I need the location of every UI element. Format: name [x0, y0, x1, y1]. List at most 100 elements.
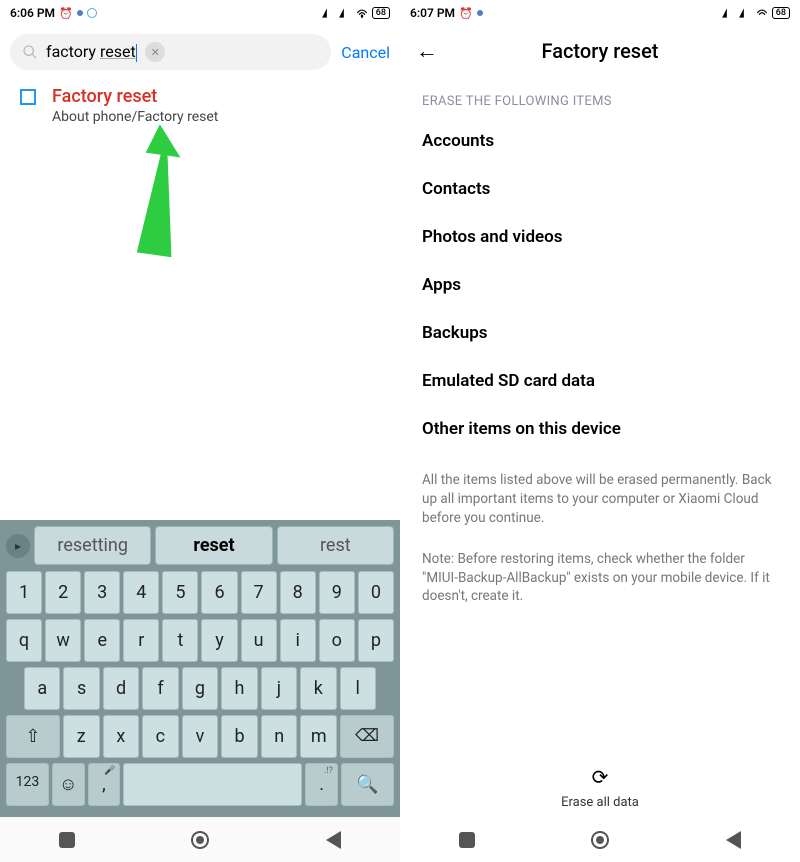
alarm-icon [459, 6, 473, 20]
list-item: Contacts [422, 165, 778, 213]
search-row: factory reset ✕ Cancel [0, 26, 400, 84]
keyboard: ▸ resetting reset rest 1 2 3 4 5 6 7 8 9… [0, 520, 400, 817]
key-m[interactable]: m [300, 715, 337, 758]
list-item: Apps [422, 261, 778, 309]
key-6[interactable]: 6 [201, 571, 237, 614]
key-r[interactable]: r [123, 619, 159, 662]
backspace-key[interactable]: ⌫ [340, 715, 394, 758]
nav-recent[interactable] [456, 829, 478, 851]
nav-recent[interactable] [56, 829, 78, 851]
search-input[interactable]: factory reset [46, 42, 137, 62]
phone-icon [20, 89, 36, 105]
key-u[interactable]: u [241, 619, 277, 662]
key-1[interactable]: 1 [6, 571, 42, 614]
signal-icon [321, 6, 335, 20]
suggestion-toggle[interactable]: ▸ [6, 534, 30, 558]
key-o[interactable]: o [319, 619, 355, 662]
search-box[interactable]: factory reset ✕ [10, 34, 331, 70]
signal-icon [738, 6, 752, 20]
suggestion-1[interactable]: resetting [34, 526, 151, 565]
key-y[interactable]: y [201, 619, 237, 662]
key-b[interactable]: b [221, 715, 258, 758]
page-title: Factory reset [400, 39, 800, 63]
list-item: Emulated SD card data [422, 357, 778, 405]
key-s[interactable]: s [63, 667, 99, 710]
title-bar: ← Factory reset [400, 26, 800, 74]
suggestion-2[interactable]: reset [155, 526, 272, 565]
key-h[interactable]: h [221, 667, 257, 710]
key-e[interactable]: e [84, 619, 120, 662]
key-d[interactable]: d [103, 667, 139, 710]
erase-all-button[interactable]: ⟳ Erase all data [400, 765, 800, 810]
shift-key[interactable]: ⇧ [6, 715, 60, 758]
battery-icon: 68 [772, 7, 790, 19]
key-q[interactable]: q [6, 619, 42, 662]
key-k[interactable]: k [300, 667, 336, 710]
list-item: Accounts [422, 117, 778, 165]
key-t[interactable]: t [162, 619, 198, 662]
signal-icon [338, 6, 352, 20]
search-result[interactable]: Factory reset About phone/Factory reset [0, 84, 400, 127]
erase-label: Erase all data [561, 795, 639, 810]
key-i[interactable]: i [280, 619, 316, 662]
section-label: ERASE THE FOLLOWING ITEMS [400, 74, 800, 117]
key-9[interactable]: 9 [319, 571, 355, 614]
key-c[interactable]: c [142, 715, 179, 758]
notif-circle-icon [87, 8, 97, 18]
annotation-arrow-icon [120, 125, 200, 265]
key-3[interactable]: 3 [84, 571, 120, 614]
list-item: Backups [422, 309, 778, 357]
key-p[interactable]: p [358, 619, 394, 662]
key-l[interactable]: l [340, 667, 376, 710]
result-path: About phone/Factory reset [52, 109, 218, 125]
erase-item-list: Accounts Contacts Photos and videos Apps… [400, 117, 800, 453]
key-8[interactable]: 8 [280, 571, 316, 614]
wifi-icon [355, 6, 369, 20]
cancel-button[interactable]: Cancel [341, 43, 390, 62]
period-key[interactable]: .!?. [305, 763, 338, 806]
status-bar: 6:06 PM 68 [0, 0, 400, 26]
comma-key[interactable]: 🎤, [88, 763, 121, 806]
status-time: 6:06 PM [10, 6, 55, 20]
notif-dot-icon [77, 10, 83, 16]
screen-factory-reset: 6:07 PM 68 ← Factory reset ERASE THE FOL… [400, 0, 800, 862]
nav-home[interactable] [589, 829, 611, 851]
key-a[interactable]: a [24, 667, 60, 710]
key-4[interactable]: 4 [123, 571, 159, 614]
wifi-icon [755, 6, 769, 20]
key-g[interactable]: g [182, 667, 218, 710]
key-v[interactable]: v [182, 715, 219, 758]
numeric-key[interactable]: 123 [6, 763, 49, 806]
signal-icon [721, 6, 735, 20]
key-0[interactable]: 0 [358, 571, 394, 614]
emoji-key[interactable]: ☺ [52, 763, 85, 806]
key-f[interactable]: f [142, 667, 178, 710]
nav-bar [0, 817, 400, 862]
info-text-2: Note: Before restoring items, check whet… [400, 532, 800, 611]
nav-bar [400, 817, 800, 862]
key-5[interactable]: 5 [162, 571, 198, 614]
key-w[interactable]: w [45, 619, 81, 662]
key-x[interactable]: x [103, 715, 140, 758]
key-z[interactable]: z [63, 715, 100, 758]
info-text-1: All the items listed above will be erase… [400, 453, 800, 532]
enter-key[interactable]: 🔍 [341, 763, 394, 806]
screen-search: 6:06 PM 68 factory reset ✕ Cancel Factor… [0, 0, 400, 862]
key-n[interactable]: n [261, 715, 298, 758]
key-j[interactable]: j [261, 667, 297, 710]
nav-back[interactable] [322, 829, 344, 851]
alarm-icon [59, 6, 73, 20]
search-icon [22, 44, 38, 60]
nav-back[interactable] [722, 829, 744, 851]
space-key[interactable] [123, 763, 302, 806]
key-7[interactable]: 7 [241, 571, 277, 614]
result-title: Factory reset [52, 86, 218, 107]
clear-button[interactable]: ✕ [145, 42, 165, 62]
nav-home[interactable] [189, 829, 211, 851]
suggestion-3[interactable]: rest [277, 526, 394, 565]
list-item: Photos and videos [422, 213, 778, 261]
battery-icon: 68 [372, 7, 390, 19]
status-bar: 6:07 PM 68 [400, 0, 800, 26]
list-item: Other items on this device [422, 405, 778, 453]
key-2[interactable]: 2 [45, 571, 81, 614]
